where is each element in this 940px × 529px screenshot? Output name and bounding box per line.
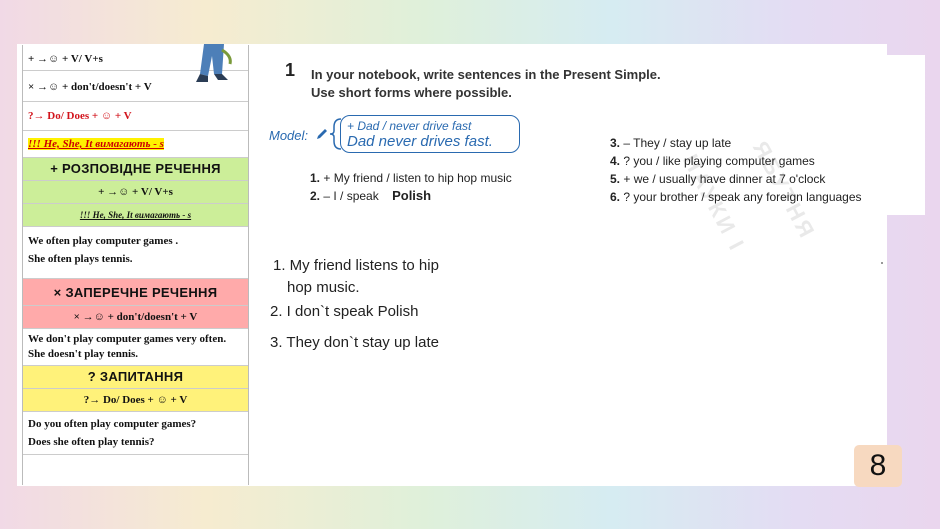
stray-dot: [881, 262, 883, 264]
exercise-item-2: 2. – I / speak Polish: [310, 188, 432, 203]
exercise-item-3: 3. – They / stay up late: [610, 136, 732, 150]
grammar-note: !!! He, She, It вимагають - s: [23, 131, 248, 158]
exercise-instruction-2: Use short forms where possible.: [311, 85, 512, 100]
page-number-badge: 8: [854, 445, 902, 487]
negative-examples: We don't play computer games very often.…: [23, 329, 248, 366]
question-examples: Do you often play computer games? Does s…: [23, 412, 248, 455]
textbook-exercise: 1 In your notebook, write sentences in t…: [260, 55, 925, 256]
exercise-number: 1: [285, 60, 296, 80]
exercise-item-1: 1. + My friend / listen to hip hop music: [310, 171, 512, 185]
exercise-item-4: 4. ? you / like playing computer games: [610, 154, 815, 168]
model-answer: Dad never drives fast.: [347, 133, 493, 150]
exercise-item-5: 5. + we / usually have dinner at 7 o'clo…: [610, 172, 826, 186]
filled-answer-polish: Polish: [392, 188, 432, 203]
grammar-question-formula: ?→ Do/ Does + ☺ + V: [23, 102, 248, 131]
negative-example-1: We don't play computer games very often.: [28, 333, 227, 345]
exercise-item-6: 6. ? your brother / speak any foreign la…: [610, 190, 862, 204]
negative-formula: × →☺ + don't/doesn't + V: [23, 306, 248, 329]
pencil-icon: [317, 129, 327, 139]
affirmative-example-1: We often play computer games .: [28, 235, 179, 247]
negative-example-2: She doesn't play tennis.: [28, 348, 139, 360]
model-label: Model:: [269, 128, 309, 143]
exercise-instruction-1: In your notebook, write sentences in the…: [311, 67, 661, 82]
question-example-2: Does she often play tennis?: [28, 436, 155, 448]
model-prompt: + Dad / never drive fast: [347, 119, 472, 133]
question-example-1: Do you often play computer games?: [28, 418, 197, 430]
negative-header: × ЗАПЕРЕЧНЕ РЕЧЕННЯ: [23, 279, 248, 306]
question-header: ? ЗАПИТАННЯ: [23, 366, 248, 389]
grammar-negative-text: × →☺ + don't/doesn't + V: [28, 81, 152, 93]
cartoon-figure-illustration: [196, 44, 232, 82]
affirmative-formula: + →☺ + V/ V+s: [23, 181, 248, 204]
answer-1-line-1: 1. My friend listens to hip: [273, 257, 439, 274]
model-example-box: + Dad / never drive fast Dad never drive…: [340, 115, 520, 153]
answer-3: 3. They don`t stay up late: [270, 334, 439, 351]
affirmative-header: + РОЗПОВІДНЕ РЕЧЕННЯ: [23, 158, 248, 181]
question-formula: ?→ Do/ Does + ☺ + V: [23, 389, 248, 412]
affirmative-note: !!! He, She, It вимагають - s: [23, 204, 248, 227]
answer-2: 2. I don`t speak Polish: [270, 303, 419, 320]
answer-1-line-2: hop music.: [287, 279, 360, 296]
affirmative-examples: We often play computer games . She often…: [23, 227, 248, 279]
affirmative-example-2: She often plays tennis.: [28, 253, 133, 265]
grammar-table: + →☺ + V/ V+s × →☺ + don't/doesn't + V ?…: [22, 45, 249, 485]
